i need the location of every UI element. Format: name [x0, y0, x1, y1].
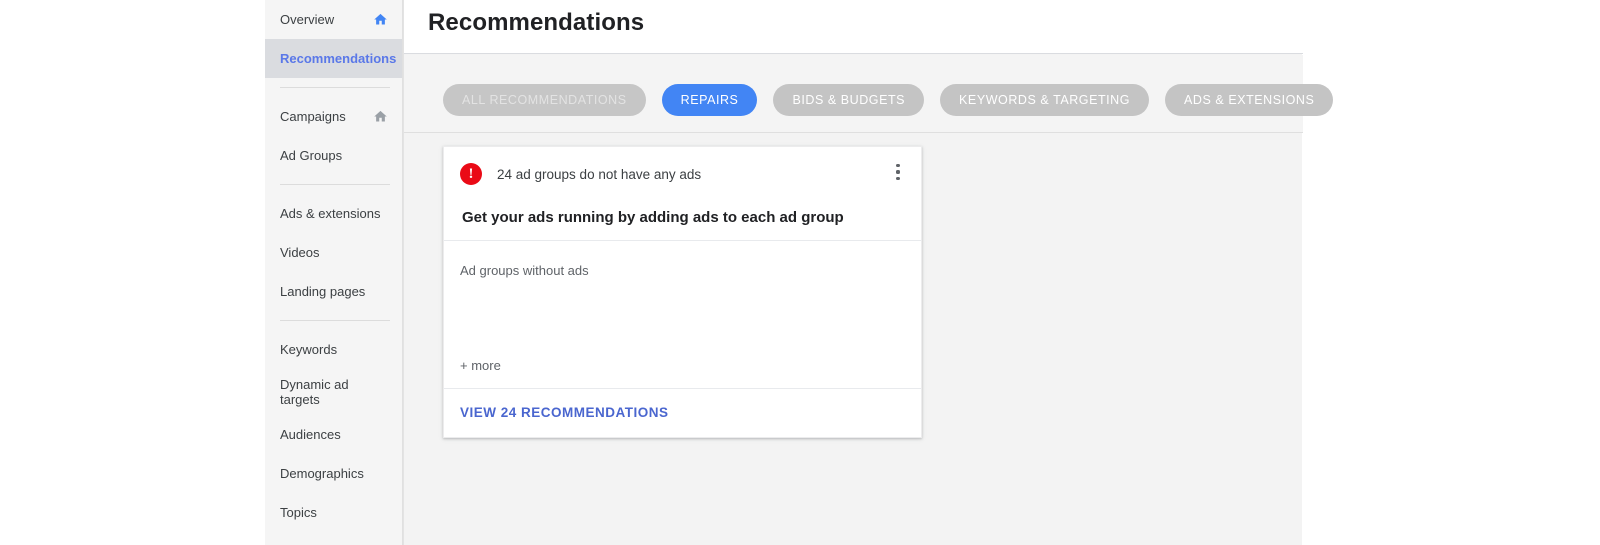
sidebar-item-label: Ads & extensions — [280, 206, 381, 221]
chip-label: KEYWORDS & TARGETING — [959, 93, 1131, 107]
sidebar-item-label: Keywords — [280, 342, 338, 357]
home-icon — [373, 109, 388, 124]
sidebar-item-label: Ad Groups — [280, 148, 343, 163]
sidebar-item-label: Campaigns — [280, 109, 346, 124]
sidebar-item-keywords[interactable]: Keywords — [265, 330, 402, 369]
sidebar-item-label: Recommendations — [280, 51, 397, 66]
sidebar-item-label: Topics — [280, 505, 317, 520]
chip-label: ADS & EXTENSIONS — [1184, 93, 1315, 107]
sidebar-item-ad-groups[interactable]: Ad Groups — [265, 136, 402, 175]
error-exclamation-icon: ! — [460, 163, 482, 185]
card-footer: VIEW 24 RECOMMENDATIONS — [444, 388, 921, 437]
chip-label: REPAIRS — [680, 93, 739, 107]
page-header: Recommendations — [404, 0, 1303, 54]
card-body-label: Ad groups without ads — [460, 263, 589, 278]
filter-chip-bar: ALL RECOMMENDATIONS REPAIRS BIDS & BUDGETS… — [404, 55, 1334, 133]
chip-bids-budgets[interactable]: BIDS & BUDGETS — [773, 84, 925, 116]
sidebar-item-label: Audiences — [280, 427, 341, 442]
sidebar-item-dynamic-ad-targets[interactable]: Dynamic ad targets — [265, 369, 402, 415]
card-top: ! 24 ad groups do not have any ads Get y… — [444, 147, 921, 240]
sidebar-item-recommendations[interactable]: Recommendations — [265, 39, 402, 78]
sidebar-item-label: Videos — [280, 245, 320, 260]
card-alert-row: ! 24 ad groups do not have any ads — [460, 163, 903, 185]
kebab-dot — [896, 176, 900, 180]
card-body: Ad groups without ads + more — [444, 240, 921, 388]
kebab-dot — [896, 170, 900, 174]
sidebar-item-ads-extensions[interactable]: Ads & extensions — [265, 194, 402, 233]
recommendation-card[interactable]: ! 24 ad groups do not have any ads Get y… — [443, 146, 922, 438]
card-headline: Get your ads running by adding ads to ea… — [462, 209, 844, 226]
filter-chip-row: ALL RECOMMENDATIONS REPAIRS BIDS & BUDGETS… — [443, 84, 1334, 116]
sidebar-separator — [280, 87, 390, 88]
sidebar-separator — [280, 184, 390, 185]
sidebar-separator — [280, 320, 390, 321]
more-link[interactable]: + more — [460, 358, 501, 373]
sidebar-item-demographics[interactable]: Demographics — [265, 454, 402, 493]
page-title: Recommendations — [428, 9, 645, 36]
chip-ads-extensions[interactable]: ADS & EXTENSIONS — [1165, 84, 1334, 116]
chip-all-recommendations[interactable]: ALL RECOMMENDATIONS — [443, 84, 646, 116]
main-content: Recommendations ALL RECOMMENDATIONS REPAI… — [403, 0, 1334, 545]
card-alert-text: 24 ad groups do not have any ads — [497, 166, 702, 182]
sidebar-item-overview[interactable]: Overview — [265, 0, 402, 39]
chip-repairs[interactable]: REPAIRS — [661, 84, 758, 116]
kebab-dot — [896, 164, 900, 168]
sidebar-item-campaigns[interactable]: Campaigns — [265, 97, 402, 136]
sidebar-item-videos[interactable]: Videos — [265, 233, 402, 272]
chip-label: BIDS & BUDGETS — [792, 93, 906, 107]
sidebar-item-landing-pages[interactable]: Landing pages — [265, 272, 402, 311]
sidebar-item-audiences[interactable]: Audiences — [265, 415, 402, 454]
kebab-menu-icon[interactable] — [889, 161, 907, 183]
sidebar: Overview Recommendations Campaigns Ad Group… — [265, 0, 403, 545]
view-recommendations-link[interactable]: VIEW 24 RECOMMENDATIONS — [460, 405, 669, 420]
chip-label: ALL RECOMMENDATIONS — [462, 93, 627, 107]
sidebar-item-label: Overview — [280, 12, 335, 27]
sidebar-item-label: Landing pages — [280, 284, 366, 299]
app-root: Overview Recommendations Campaigns Ad Group… — [0, 0, 1600, 545]
sidebar-item-label: Demographics — [280, 466, 364, 481]
sidebar-item-label: Dynamic ad targets — [280, 377, 349, 407]
home-icon — [373, 12, 388, 27]
chip-keywords-targeting[interactable]: KEYWORDS & TARGETING — [940, 84, 1150, 116]
sidebar-item-topics[interactable]: Topics — [265, 493, 402, 532]
